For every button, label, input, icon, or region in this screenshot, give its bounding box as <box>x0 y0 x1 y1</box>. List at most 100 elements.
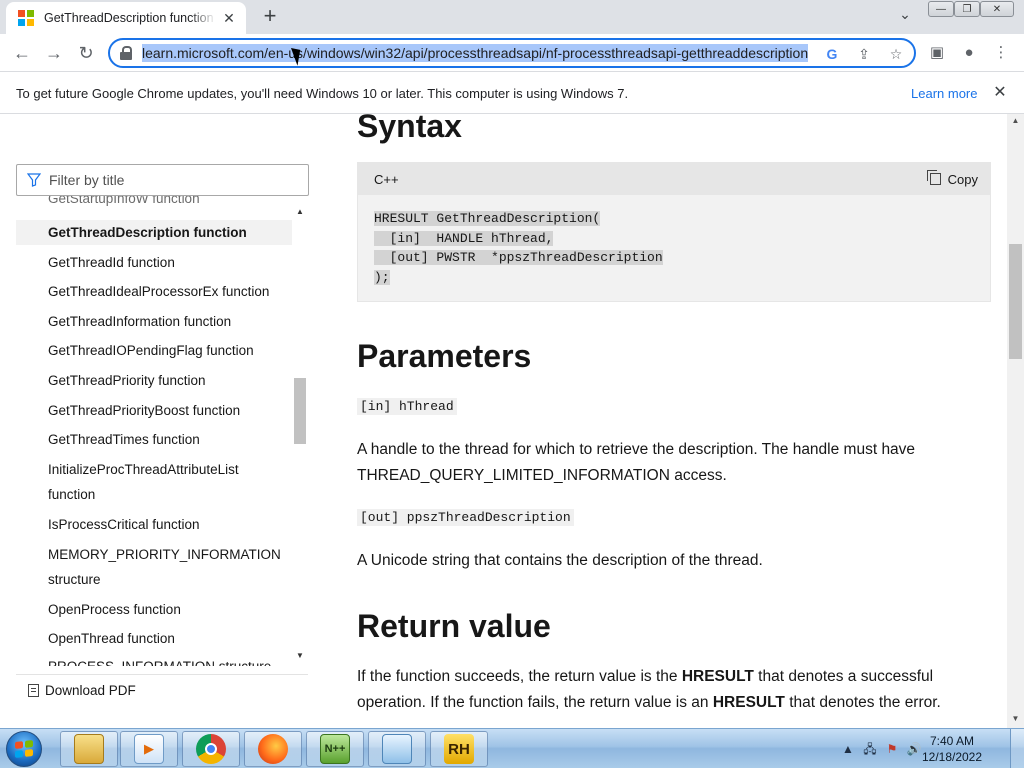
action-center-flag-icon[interactable]: ⚑ <box>884 741 900 757</box>
windows-flag-icon <box>15 740 33 758</box>
return-value-heading: Return value <box>357 608 551 644</box>
filter-box[interactable] <box>16 164 309 196</box>
taskbar-firefox[interactable] <box>244 731 302 767</box>
restore-button[interactable]: ❐ <box>954 1 980 17</box>
rh-icon: RH <box>444 734 474 764</box>
lock-icon[interactable] <box>120 46 132 60</box>
learn-more-link[interactable]: Learn more <box>911 86 977 101</box>
toc-item[interactable]: PROCESS_INFORMATION structure <box>16 654 292 666</box>
profile-avatar-icon[interactable]: ● <box>958 42 980 64</box>
code-block: C++ Copy HRESULT GetThreadDescription( [… <box>357 162 991 302</box>
tray-expand-icon[interactable]: ▲ <box>840 741 856 757</box>
forward-arrow-icon[interactable]: → <box>42 41 66 65</box>
code-language: C++ <box>374 171 399 187</box>
browser-toolbar: ← → ↻ learn.microsoft.com/en-us/windows/… <box>0 34 1024 72</box>
taskbar-explorer[interactable] <box>60 731 118 767</box>
page-scroll-up-icon[interactable]: ▲ <box>1007 114 1024 128</box>
download-pdf-label: Download PDF <box>45 683 136 698</box>
toc-scrollbar[interactable]: ▲ ▼ <box>293 206 307 666</box>
taskbar-notepad[interactable] <box>368 731 426 767</box>
filter-funnel-icon <box>27 173 41 187</box>
taskbar-rh[interactable]: RH <box>430 731 488 767</box>
code-line: HRESULT GetThreadDescription( <box>374 211 601 226</box>
browser-tab[interactable]: GetThreadDescription function (processth… <box>6 2 246 34</box>
document-icon <box>28 684 39 697</box>
reload-icon[interactable]: ↻ <box>74 41 98 65</box>
clock-time: 7:40 AM <box>929 734 975 748</box>
toc-list: GetStartupInfoW function GetThreadDescri… <box>16 196 292 666</box>
copy-button[interactable]: Copy <box>926 170 978 187</box>
toc-item-selected[interactable]: GetThreadDescription function <box>16 220 292 245</box>
clock-date: 12/18/2022 <box>921 750 983 764</box>
toc-item[interactable]: GetThreadInformation function <box>16 309 292 334</box>
copy-icon <box>926 170 941 185</box>
tab-title: GetThreadDescription function (processth… <box>44 11 216 25</box>
parameters-heading: Parameters <box>357 338 532 374</box>
toc-item[interactable]: function <box>16 482 292 507</box>
url-text[interactable]: learn.microsoft.com/en-us/windows/win32/… <box>142 44 809 62</box>
toc-item[interactable]: GetThreadId function <box>16 250 292 275</box>
menu-kebab-icon[interactable]: ⋮ <box>990 42 1012 64</box>
page-scroll-down-icon[interactable]: ▼ <box>1007 712 1024 726</box>
page-scroll-thumb[interactable] <box>1009 244 1022 359</box>
show-desktop-button[interactable] <box>1010 729 1024 768</box>
code-header: C++ Copy <box>358 163 990 195</box>
toc-item[interactable]: IsProcessCritical function <box>16 512 292 537</box>
bookmark-star-icon[interactable]: ☆ <box>886 44 906 64</box>
chrome-icon <box>196 734 226 764</box>
toc-item[interactable]: GetThreadTimes function <box>16 427 292 452</box>
code-line: [in] HANDLE hThread, <box>374 230 554 246</box>
toc-item[interactable]: GetThreadPriority function <box>16 368 292 393</box>
tab-close-icon[interactable]: ✕ <box>220 9 238 27</box>
taskbar-clock[interactable]: 7:40 AM 12/18/2022 <box>920 733 984 765</box>
code-line: [out] PWSTR *ppszThreadDescription <box>374 250 663 265</box>
network-icon[interactable]: 🖧 <box>862 741 878 757</box>
toc-item[interactable]: InitializeProcThreadAttributeList <box>16 457 292 482</box>
tab-search-chevron-icon[interactable]: ⌄ <box>894 6 916 28</box>
back-arrow-icon[interactable]: ← <box>10 41 34 65</box>
toc-item[interactable]: MEMORY_PRIORITY_INFORMATION <box>16 542 292 567</box>
toc-item[interactable]: GetThreadPriorityBoost function <box>16 398 292 423</box>
google-lens-icon[interactable]: G <box>822 44 842 64</box>
param-hthread: [in] hThread <box>357 398 457 415</box>
share-icon[interactable]: ⇪ <box>854 44 874 64</box>
address-bar[interactable]: learn.microsoft.com/en-us/windows/win32/… <box>108 38 916 68</box>
syntax-heading: Syntax <box>357 114 462 144</box>
notepad-icon <box>382 734 412 764</box>
taskbar-notepadpp[interactable]: N++ <box>306 731 364 767</box>
infobar-close-icon[interactable]: ✕ <box>990 82 1010 102</box>
tab-strip: GetThreadDescription function (processth… <box>0 0 1024 34</box>
update-infobar: To get future Google Chrome updates, you… <box>0 72 1024 114</box>
param-hthread-desc-2: THREAD_QUERY_LIMITED_INFORMATION access. <box>357 467 727 484</box>
filter-input[interactable] <box>49 172 289 188</box>
taskbar-media-player[interactable]: ▶ <box>120 731 178 767</box>
explorer-icon <box>74 734 104 764</box>
microsoft-logo-icon <box>18 10 34 26</box>
param-ppsz: [out] ppszThreadDescription <box>357 509 574 526</box>
toc-item[interactable]: GetThreadIdealProcessorEx function <box>16 279 292 304</box>
taskbar-chrome[interactable] <box>182 731 240 767</box>
copy-label: Copy <box>947 171 978 187</box>
minimize-button[interactable]: — <box>928 1 954 17</box>
start-button[interactable] <box>6 731 42 767</box>
page-content: GetStartupInfoW function GetThreadDescri… <box>0 114 1024 728</box>
toc-item[interactable]: OpenThread function <box>16 626 292 651</box>
toc-scroll-thumb[interactable] <box>294 378 306 444</box>
page-scrollbar[interactable]: ▲ ▼ <box>1007 114 1024 728</box>
infobar-message: To get future Google Chrome updates, you… <box>16 86 629 101</box>
firefox-icon <box>258 734 288 764</box>
toc-item[interactable]: GetStartupInfoW function <box>16 196 292 211</box>
toc-item[interactable]: GetThreadIOPendingFlag function <box>16 338 292 363</box>
param-ppsz-desc: A Unicode string that contains the descr… <box>357 552 763 569</box>
new-tab-button[interactable]: + <box>258 5 282 29</box>
toc-item[interactable]: structure <box>16 567 292 592</box>
toc-item[interactable]: OpenProcess function <box>16 597 292 622</box>
scroll-down-icon[interactable]: ▼ <box>293 650 307 662</box>
close-window-button[interactable]: ✕ <box>980 1 1014 17</box>
code-body[interactable]: HRESULT GetThreadDescription( [in] HANDL… <box>358 195 990 301</box>
download-pdf-link[interactable]: Download PDF <box>16 674 308 706</box>
code-line: ); <box>374 269 390 285</box>
side-panel-icon[interactable]: ▣ <box>926 42 948 64</box>
system-tray: ▲ 🖧 ⚑ 🔊 <box>840 729 922 768</box>
scroll-up-icon[interactable]: ▲ <box>293 206 307 218</box>
